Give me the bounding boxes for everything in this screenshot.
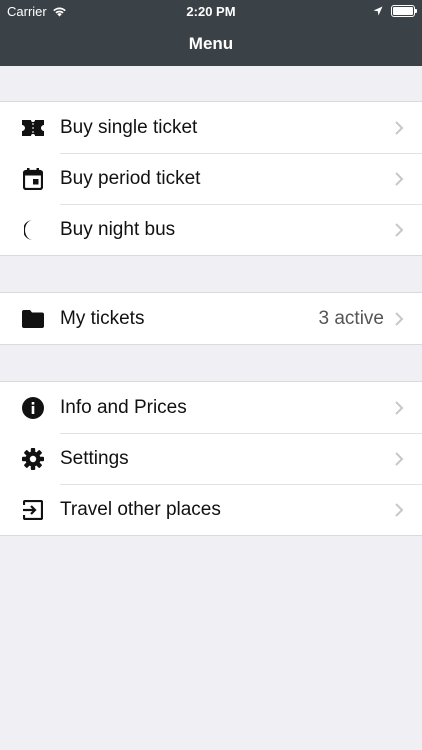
- chevron-right-icon: [395, 171, 404, 186]
- status-bar: Carrier 2:20 PM: [0, 0, 422, 22]
- menu-item-info-and-prices[interactable]: Info and Prices: [0, 382, 422, 433]
- menu-group-buy: Buy single ticket Buy period ticket Buy …: [0, 101, 422, 256]
- menu-group-other: Info and Prices Settings Travel other pl…: [0, 381, 422, 536]
- info-icon: [21, 396, 45, 420]
- menu-item-buy-period-ticket[interactable]: Buy period ticket: [0, 153, 422, 204]
- page-title: Menu: [188, 34, 234, 53]
- chevron-right-icon: [395, 222, 404, 237]
- menu-item-my-tickets[interactable]: My tickets 3 active: [0, 293, 422, 344]
- chevron-right-icon: [395, 451, 404, 466]
- menu-item-label: Buy night bus: [60, 218, 176, 240]
- moon-icon: [21, 218, 45, 242]
- folder-icon: [21, 307, 45, 331]
- chevron-right-icon: [395, 502, 404, 517]
- calendar-icon: [21, 167, 45, 191]
- chevron-right-icon: [395, 311, 404, 326]
- gear-icon: [21, 447, 45, 471]
- menu-item-settings[interactable]: Settings: [0, 433, 422, 484]
- menu-item-label: Buy single ticket: [60, 116, 198, 138]
- menu-item-label: My tickets: [60, 307, 145, 329]
- chevron-right-icon: [395, 120, 404, 135]
- status-time: 2:20 PM: [186, 4, 236, 19]
- chevron-right-icon: [395, 400, 404, 415]
- menu-item-label: Buy period ticket: [60, 167, 201, 189]
- active-tickets-count: 3 active: [318, 307, 384, 329]
- menu-item-buy-night-bus[interactable]: Buy night bus: [0, 204, 422, 255]
- header: Carrier 2:20 PM Menu: [0, 0, 422, 66]
- battery-icon: [391, 5, 417, 17]
- ticket-icon: [21, 116, 45, 140]
- menu-group-tickets: My tickets 3 active: [0, 292, 422, 345]
- menu-item-buy-single-ticket[interactable]: Buy single ticket: [0, 102, 422, 153]
- menu-item-label: Settings: [60, 447, 129, 469]
- menu-item-label: Travel other places: [60, 498, 221, 520]
- menu-item-label: Info and Prices: [60, 396, 187, 418]
- menu-item-travel-other-places[interactable]: Travel other places: [0, 484, 422, 535]
- exit-icon: [21, 498, 45, 522]
